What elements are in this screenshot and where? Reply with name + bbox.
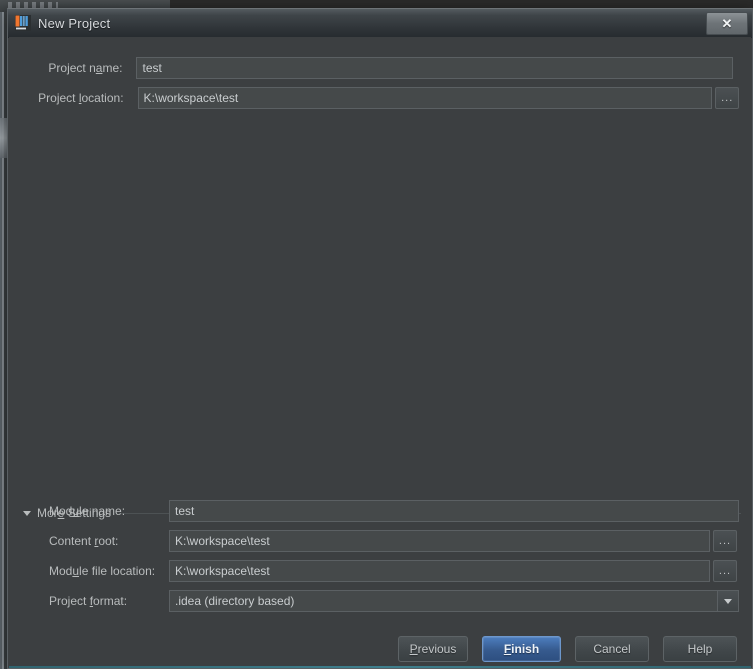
cancel-button[interactable]: Cancel [575,636,649,662]
content-root-input[interactable] [169,530,710,552]
content-root-row: Content root: ... [49,530,739,552]
project-format-label: Project format: [49,594,128,608]
project-format-selected-value: .idea (directory based) [175,594,295,608]
dialog-content: Project name: Project location: ... More… [9,37,751,667]
background-left-highlight [0,118,7,158]
project-location-label: Project location: [38,91,124,105]
project-location-row: Project location: ... [33,87,739,109]
close-icon[interactable]: ✕ [706,12,748,35]
module-file-location-row: Module file location: ... [49,560,739,582]
project-name-input[interactable] [136,57,733,79]
content-root-browse-button[interactable]: ... [713,530,737,552]
dialog-title: New Project [38,15,111,31]
finish-button[interactable]: Finish [482,636,561,662]
module-file-location-browse-button[interactable]: ... [713,560,737,582]
module-name-label: Module name: [49,504,126,518]
module-name-row: Module name: [49,500,739,522]
project-location-input[interactable] [137,87,713,109]
module-file-location-label: Module file location: [49,564,156,578]
project-format-select[interactable]: .idea (directory based) [169,590,739,612]
dialog-button-bar: Previous Finish Cancel Help [398,636,737,662]
project-name-row: Project name: [33,57,733,79]
chevron-down-icon[interactable] [717,591,738,611]
help-button[interactable]: Help [663,636,737,662]
new-project-dialog: New Project ✕ Project name: Project loca… [7,8,753,669]
project-name-label: Project name: [48,61,123,75]
module-file-location-input[interactable] [169,560,710,582]
project-location-browse-button[interactable]: ... [715,87,739,109]
content-root-label: Content root: [49,534,119,548]
dialog-titlebar[interactable]: New Project ✕ [8,9,752,38]
dialog-bottom-accent [9,666,751,668]
project-format-row: Project format: .idea (directory based) [49,590,739,612]
chevron-down-icon [23,510,31,516]
previous-button[interactable]: Previous [398,636,468,662]
intellij-logo-icon [15,15,31,31]
module-name-input[interactable] [169,500,739,522]
